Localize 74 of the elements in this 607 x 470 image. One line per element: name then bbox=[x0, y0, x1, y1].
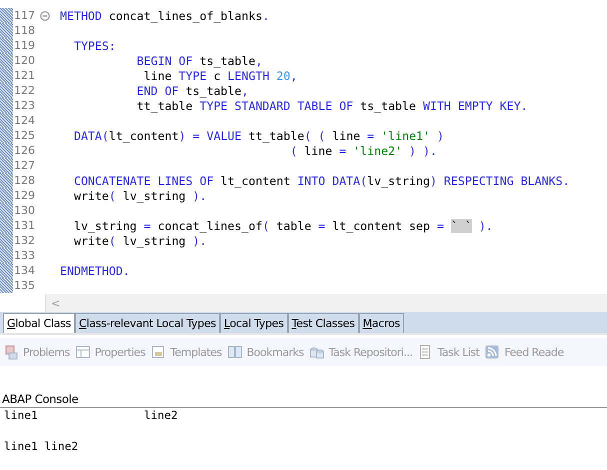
change-ruler bbox=[0, 128, 13, 143]
line-number: 124 bbox=[13, 114, 36, 127]
change-ruler bbox=[0, 143, 13, 158]
code-line: line TYPE c LENGTH 20, bbox=[142, 68, 298, 82]
view-tab[interactable]: Problems bbox=[3, 344, 70, 360]
line-number: 121 bbox=[13, 69, 36, 82]
console-output: line1 bbox=[4, 409, 39, 424]
code-line: ENDMETHOD. bbox=[60, 264, 130, 278]
editor-tab[interactable]: Test Classes bbox=[288, 313, 359, 334]
line-number: 117 bbox=[13, 9, 36, 22]
change-ruler bbox=[0, 263, 13, 278]
code-line: DATA(lt_content) = VALUE tt_table( ( line = 'line1' ) bbox=[72, 128, 444, 142]
change-ruler bbox=[0, 38, 13, 53]
line-number: 133 bbox=[13, 249, 36, 262]
line-number: 118 bbox=[13, 24, 36, 37]
line-number: 125 bbox=[13, 129, 36, 142]
change-ruler bbox=[0, 8, 13, 23]
change-ruler bbox=[0, 68, 13, 83]
line-number: 119 bbox=[13, 39, 36, 52]
code-line: METHOD concat_lines_of_blanks. bbox=[60, 8, 270, 22]
change-ruler bbox=[0, 23, 13, 38]
change-ruler bbox=[0, 233, 13, 248]
view-tab[interactable]: Feed Reade bbox=[484, 344, 564, 360]
collapse-icon[interactable] bbox=[40, 10, 50, 20]
change-ruler bbox=[0, 203, 13, 218]
feed-icon bbox=[484, 344, 500, 360]
view-tab[interactable]: Task Repositori... bbox=[308, 344, 412, 360]
change-ruler bbox=[0, 98, 13, 113]
view-tab[interactable]: Properties bbox=[74, 344, 146, 360]
code-line: write( lv_string ). bbox=[72, 188, 207, 202]
line-number: 123 bbox=[13, 99, 36, 112]
view-tab[interactable]: Templates bbox=[150, 344, 222, 360]
table-icon bbox=[74, 344, 91, 360]
change-ruler bbox=[0, 218, 13, 233]
console-title: ABAP Console bbox=[0, 392, 607, 408]
line-number: 130 bbox=[13, 204, 36, 217]
line-number: 129 bbox=[13, 189, 36, 202]
console-output: line2 bbox=[144, 409, 179, 424]
change-ruler bbox=[0, 158, 13, 173]
line-number: 126 bbox=[13, 144, 36, 157]
book-icon bbox=[226, 344, 243, 360]
change-ruler bbox=[0, 188, 13, 203]
code-line: TYPES: bbox=[72, 38, 116, 52]
code-line: ( line = 'line2' ) ). bbox=[289, 144, 437, 158]
line-number: 135 bbox=[13, 279, 36, 292]
line-number: 122 bbox=[13, 84, 36, 97]
editor-tab[interactable]: Macros bbox=[358, 313, 404, 334]
change-ruler bbox=[0, 248, 13, 263]
change-ruler bbox=[0, 113, 13, 128]
change-ruler bbox=[0, 173, 13, 188]
change-ruler bbox=[0, 278, 13, 293]
line-number: 128 bbox=[13, 174, 36, 187]
code-line: lv_string = concat_lines_of( table = lt_content sep = ` ` ). bbox=[72, 218, 493, 232]
editor-tab[interactable]: Local Types bbox=[220, 313, 288, 334]
view-tab[interactable]: Bookmarks bbox=[226, 344, 304, 360]
line-number: 120 bbox=[13, 54, 36, 67]
template-icon bbox=[150, 344, 166, 360]
scroll-left-button[interactable]: < bbox=[46, 296, 60, 310]
editor-tab[interactable]: Global Class bbox=[3, 313, 75, 334]
view-tab[interactable]: Task List bbox=[417, 344, 480, 360]
line-number: 131 bbox=[13, 219, 36, 232]
console-output: line1 line2 bbox=[4, 440, 80, 456]
change-ruler bbox=[0, 83, 13, 98]
line-number: 132 bbox=[13, 234, 36, 247]
change-ruler bbox=[0, 53, 13, 68]
code-line: CONCATENATE LINES OF lt_content INTO DATA(lv_string) RESPECTING BLANKS. bbox=[72, 174, 570, 188]
code-line: write( lv_string ). bbox=[72, 234, 207, 248]
code-line: BEGIN OF ts_table, bbox=[136, 54, 262, 68]
code-line: tt_table TYPE STANDARD TABLE OF ts_table WITH EMPTY KEY. bbox=[136, 98, 528, 112]
line-number: 134 bbox=[13, 264, 36, 277]
editor-tab[interactable]: Class-relevant Local Types bbox=[74, 313, 220, 334]
code-line: END OF ts_table, bbox=[136, 84, 248, 98]
line-number: 127 bbox=[13, 159, 36, 172]
horizontal-scrollbar[interactable]: < bbox=[45, 294, 607, 312]
